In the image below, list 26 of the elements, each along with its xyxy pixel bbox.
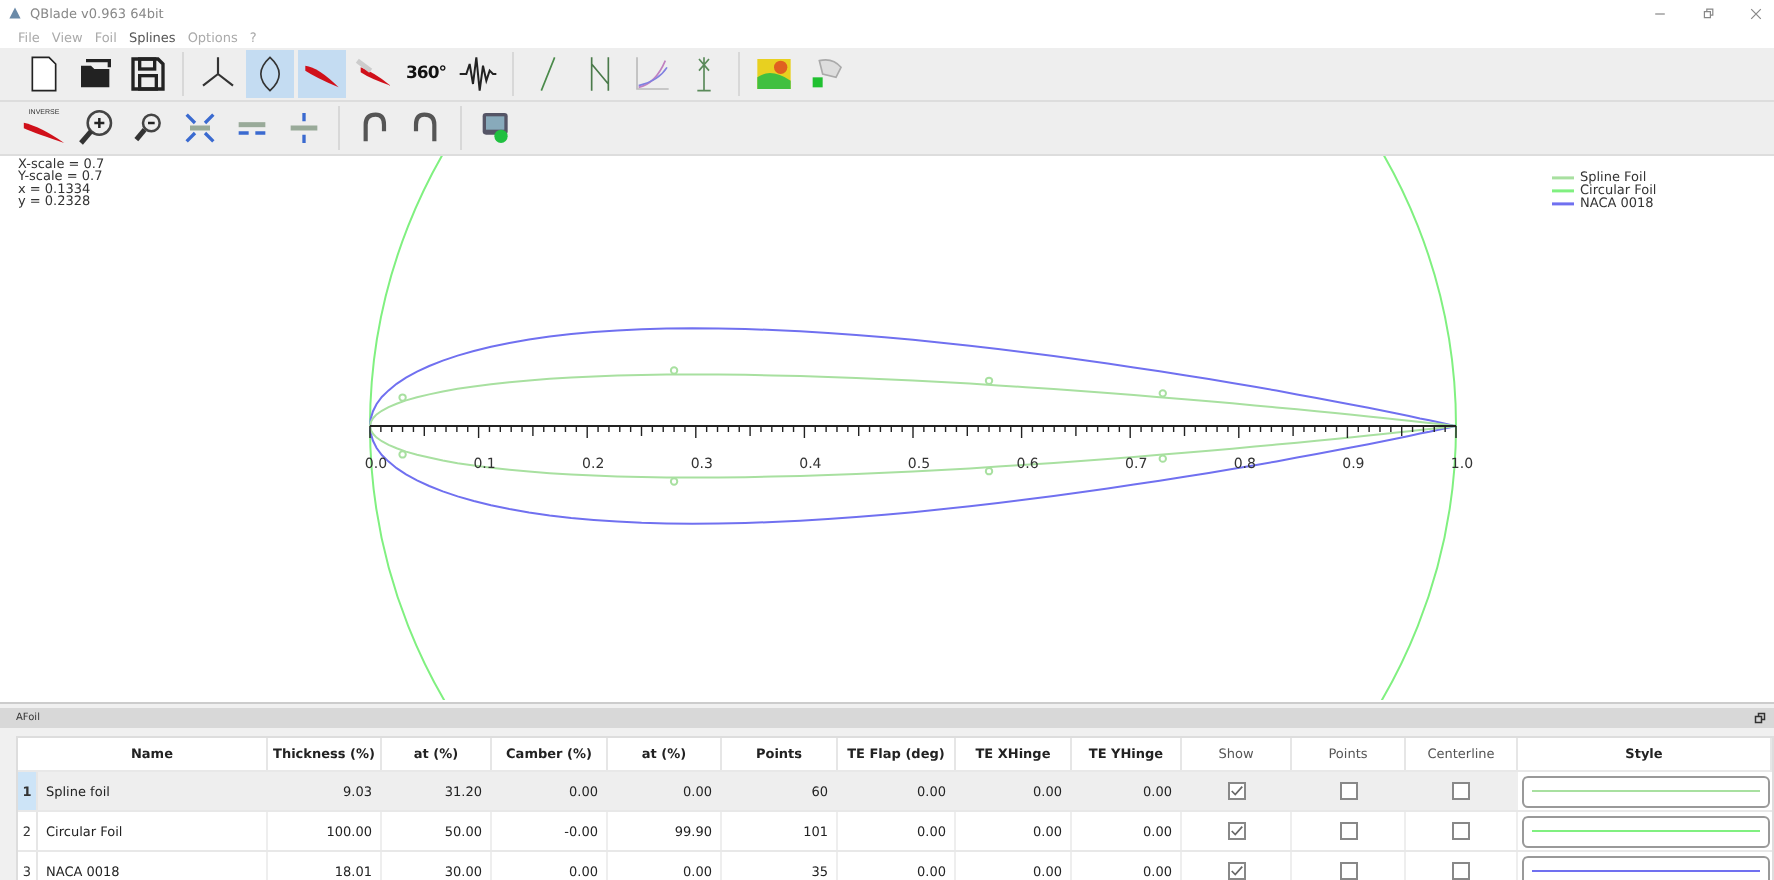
save-icon xyxy=(128,54,168,94)
graph-icon xyxy=(632,54,672,94)
show-checkbox[interactable] xyxy=(1227,782,1245,800)
toolbar-button[interactable]: 360° xyxy=(402,50,450,98)
line-style-swatch[interactable] xyxy=(1522,775,1770,807)
points-checkbox[interactable] xyxy=(1339,822,1357,840)
foil-icon xyxy=(22,117,66,146)
app-icon xyxy=(8,6,22,20)
fit-icon xyxy=(180,108,220,148)
restore-icon[interactable] xyxy=(1702,7,1714,19)
zoomin-icon xyxy=(76,108,116,148)
line-style-swatch[interactable] xyxy=(1522,815,1770,847)
heatmap-icon xyxy=(754,54,794,94)
close-icon[interactable] xyxy=(1750,7,1762,19)
wave-icon xyxy=(458,54,498,94)
foil-button[interactable] xyxy=(298,50,346,98)
ellipse-button[interactable] xyxy=(246,50,294,98)
points-checkbox[interactable] xyxy=(1339,782,1357,800)
line-style-swatch[interactable] xyxy=(1522,855,1770,880)
centerline-checkbox[interactable] xyxy=(1452,862,1470,880)
float-icon[interactable] xyxy=(1754,712,1766,724)
centerline-checkbox[interactable] xyxy=(1452,822,1470,840)
points-checkbox[interactable] xyxy=(1339,862,1357,880)
show-checkbox[interactable] xyxy=(1227,862,1245,880)
centerline-checkbox[interactable] xyxy=(1452,782,1470,800)
show-checkbox[interactable] xyxy=(1227,822,1245,840)
